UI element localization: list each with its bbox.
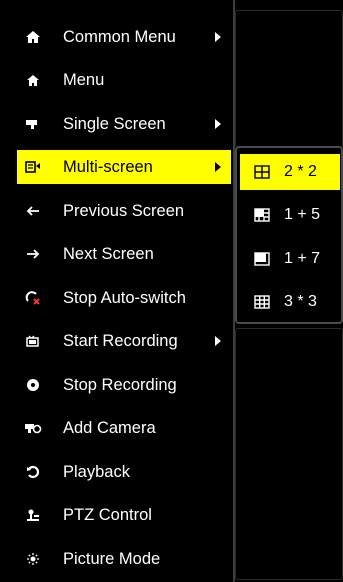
menu-item-label: Picture Mode [63, 549, 161, 568]
submenu-arrow-icon [215, 162, 221, 172]
submenu-item-label: 1 + 7 [284, 250, 321, 267]
submenu-item-1plus5[interactable]: 1 + 5 [240, 197, 340, 233]
submenu-item-label: 2 * 2 [284, 163, 317, 180]
menu-item-label: Single Screen [63, 114, 166, 133]
menu-item-playback[interactable]: Playback [17, 455, 231, 489]
menu-item-label: Playback [63, 462, 130, 481]
layout-3x3-icon [254, 295, 270, 309]
submenu-arrow-icon [215, 119, 221, 129]
menu-item-ptz-control[interactable]: PTZ Control [17, 498, 231, 532]
video-pane [235, 10, 343, 148]
home-icon [21, 74, 45, 87]
context-menu: Common Menu Menu Single Screen Multi-scr… [0, 0, 235, 582]
menu-item-menu[interactable]: Menu [17, 63, 231, 97]
menu-item-label: Common Menu [63, 27, 176, 46]
submenu-item-label: 1 + 5 [284, 206, 321, 223]
menu-item-label: Multi-screen [63, 157, 153, 176]
playback-icon [21, 465, 45, 479]
arrow-right-icon [21, 248, 45, 260]
multi-screen-submenu: 2 * 2 1 + 5 1 + 7 3 * 3 [235, 146, 343, 324]
menu-item-stop-auto-switch[interactable]: Stop Auto-switch [17, 281, 231, 315]
arrow-left-icon [21, 205, 45, 217]
layout-1plus5-icon [254, 208, 270, 222]
submenu-arrow-icon [215, 336, 221, 346]
multi-screen-icon [21, 160, 45, 174]
submenu-item-2x2[interactable]: 2 * 2 [240, 154, 340, 190]
menu-item-label: Stop Recording [63, 375, 177, 394]
menu-item-label: Add Camera [63, 418, 156, 437]
ptz-icon [21, 508, 45, 522]
picture-mode-icon [21, 552, 45, 566]
record-icon [21, 334, 45, 348]
menu-item-start-recording[interactable]: Start Recording [17, 324, 231, 358]
menu-item-label: PTZ Control [63, 505, 152, 524]
menu-item-stop-recording[interactable]: Stop Recording [17, 368, 231, 402]
submenu-item-label: 3 * 3 [284, 293, 317, 310]
menu-item-label: Start Recording [63, 331, 178, 350]
submenu-item-1plus7[interactable]: 1 + 7 [240, 241, 340, 277]
menu-item-label: Next Screen [63, 244, 154, 263]
camera-icon [21, 118, 45, 130]
video-pane [235, 328, 343, 580]
menu-item-previous-screen[interactable]: Previous Screen [17, 194, 231, 228]
layout-1plus7-icon [254, 252, 270, 266]
menu-item-label: Previous Screen [63, 201, 185, 220]
menu-item-multi-screen[interactable]: Multi-screen [17, 150, 231, 184]
menu-item-picture-mode[interactable]: Picture Mode [17, 542, 231, 576]
stop-record-icon [21, 378, 45, 392]
menu-item-add-camera[interactable]: Add Camera [17, 411, 231, 445]
layout-2x2-icon [254, 165, 270, 179]
menu-item-single-screen[interactable]: Single Screen [17, 107, 231, 141]
submenu-arrow-icon [215, 32, 221, 42]
submenu-item-3x3[interactable]: 3 * 3 [240, 284, 340, 320]
stop-auto-switch-icon [21, 291, 45, 305]
menu-item-label: Menu [63, 70, 105, 89]
add-camera-icon [21, 421, 45, 435]
home-gear-icon [21, 30, 45, 44]
menu-item-label: Stop Auto-switch [63, 288, 186, 307]
menu-item-next-screen[interactable]: Next Screen [17, 237, 231, 271]
menu-item-common-menu[interactable]: Common Menu [17, 20, 231, 54]
